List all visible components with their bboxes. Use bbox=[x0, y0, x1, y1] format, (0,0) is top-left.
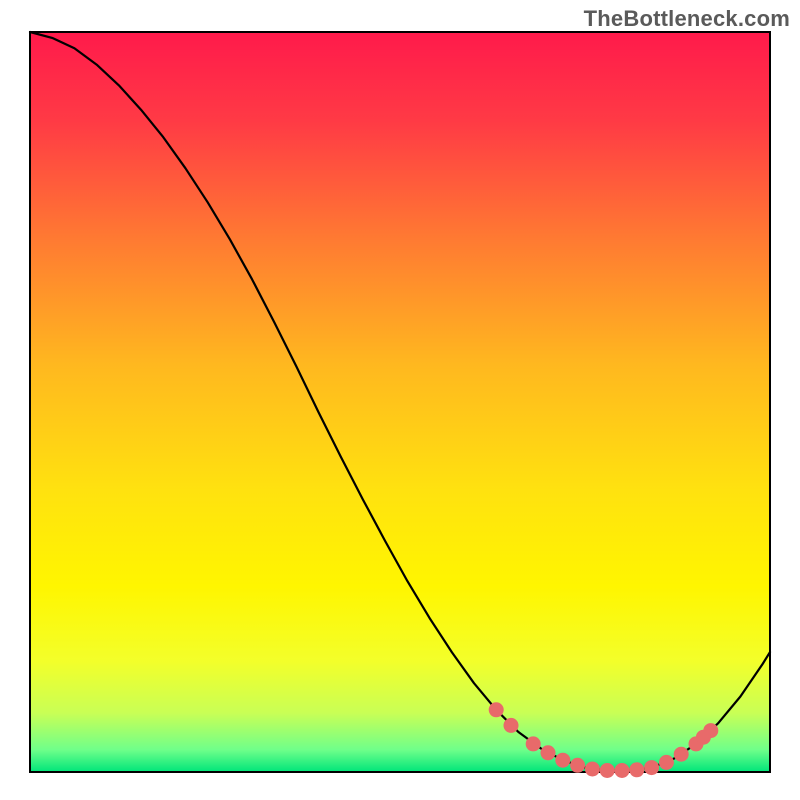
curve-marker bbox=[541, 745, 556, 760]
curve-marker bbox=[504, 718, 519, 733]
curve-marker bbox=[489, 702, 504, 717]
curve-marker bbox=[615, 763, 630, 778]
curve-marker bbox=[644, 760, 659, 775]
curve-marker bbox=[674, 747, 689, 762]
curve-marker bbox=[526, 736, 541, 751]
curve-marker bbox=[555, 753, 570, 768]
curve-marker bbox=[600, 763, 615, 778]
bottleneck-chart bbox=[0, 0, 800, 800]
gradient-area bbox=[30, 32, 770, 772]
watermark-label: TheBottleneck.com bbox=[584, 6, 790, 32]
chart-frame: TheBottleneck.com bbox=[0, 0, 800, 800]
curve-marker bbox=[570, 758, 585, 773]
curve-marker bbox=[585, 762, 600, 777]
curve-marker bbox=[659, 755, 674, 770]
curve-marker bbox=[703, 723, 718, 738]
curve-marker bbox=[629, 762, 644, 777]
